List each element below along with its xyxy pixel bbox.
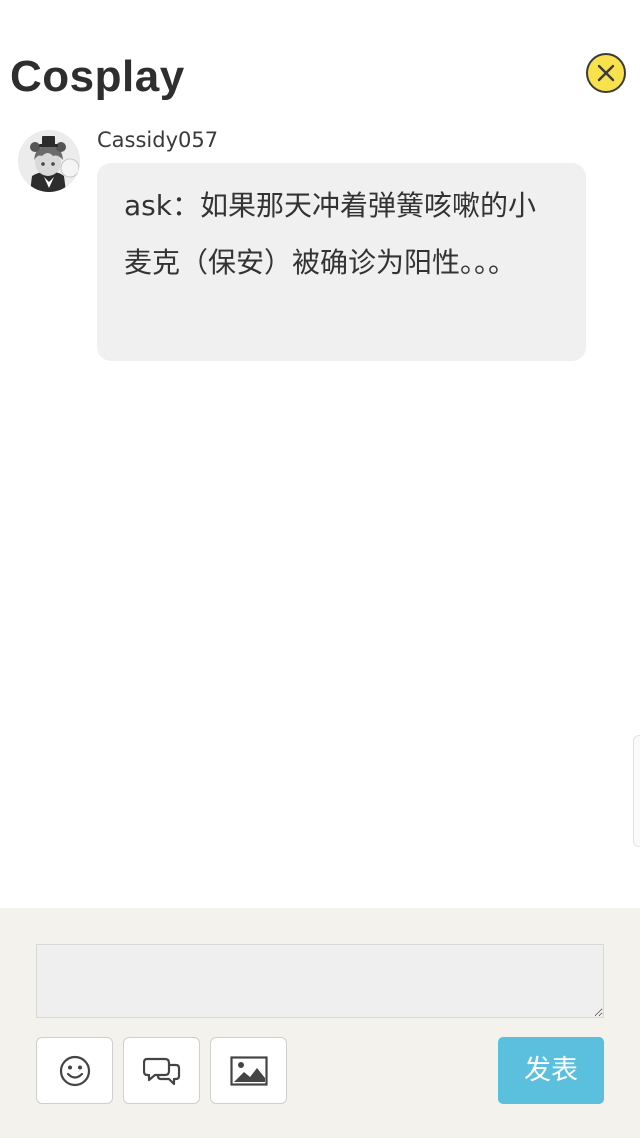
reply-input[interactable]	[36, 944, 604, 1018]
image-icon	[229, 1055, 268, 1086]
avatar[interactable]	[18, 130, 80, 192]
image-button[interactable]	[210, 1037, 287, 1104]
reply-composer: 发表	[0, 908, 640, 1138]
quote-icon	[142, 1057, 180, 1085]
message-text: ask：如果那天冲着弹簧咳嗽的小麦克（保安）被确诊为阳性。。。	[124, 189, 536, 279]
message-bubble: ask：如果那天冲着弹簧咳嗽的小麦克（保安）被确诊为阳性。。。	[97, 163, 586, 361]
quote-button[interactable]	[123, 1037, 200, 1104]
page-title: Cosplay	[10, 52, 185, 101]
close-button[interactable]	[586, 53, 626, 93]
post-username[interactable]: Cassidy057	[97, 125, 218, 155]
side-scroll-handle[interactable]	[633, 735, 640, 847]
avatar-image	[18, 130, 80, 192]
close-icon	[597, 64, 615, 82]
submit-button[interactable]: 发表	[498, 1037, 604, 1104]
emoji-icon	[59, 1055, 90, 1086]
emoji-button[interactable]	[36, 1037, 113, 1104]
